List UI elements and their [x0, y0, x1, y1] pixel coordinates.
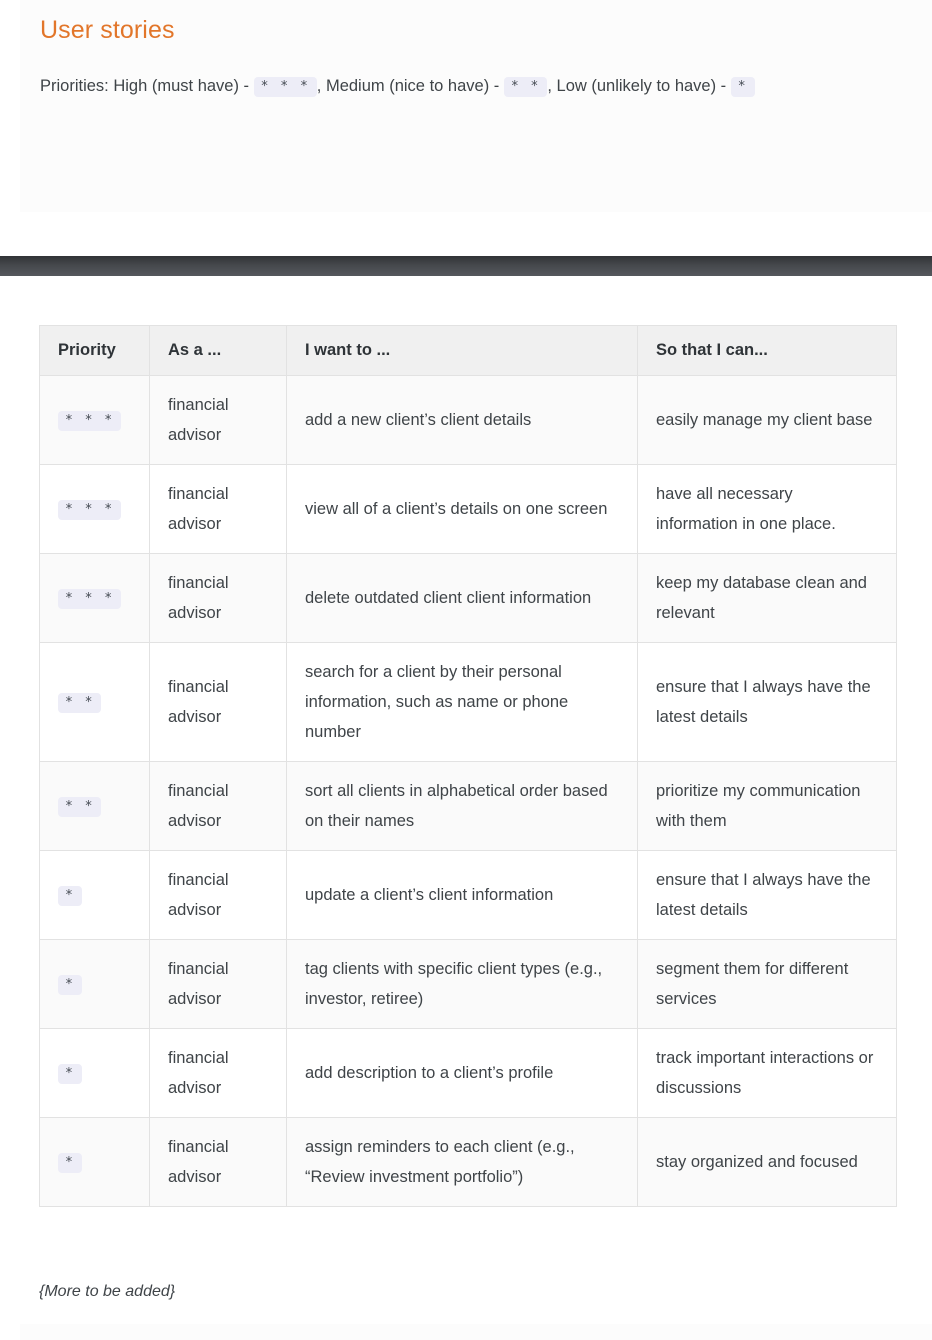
cell-as-a-role: financial advisor [149, 850, 287, 940]
cell-so-that-i-can: keep my database clean and relevant [637, 553, 897, 643]
cell-as-a-role: financial advisor [149, 375, 287, 465]
cell-priority: * [39, 1028, 150, 1118]
priority-stars-badge: * * [58, 693, 102, 713]
cell-as-a-role: financial advisor [149, 553, 287, 643]
cell-so-that-i-can: track important interactions or discussi… [637, 1028, 897, 1118]
cell-i-want-to: add description to a client’s profile [286, 1028, 638, 1118]
user-stories-table: Priority As a ... I want to ... So that … [39, 325, 897, 1207]
table-row: * financial advisor tag clients with speci… [39, 939, 897, 1029]
priority-stars-badge: * * * [58, 589, 122, 609]
table-row: * financial advisor assign reminders to ea… [39, 1117, 897, 1207]
user-stories-table-wrapper: Priority As a ... I want to ... So that … [39, 325, 897, 1207]
cell-priority: * [39, 939, 150, 1029]
cell-as-a-role: financial advisor [149, 1028, 287, 1118]
table-row: * * * financial advisor view all of a clie… [39, 464, 897, 554]
priority-stars-badge: * * * [58, 500, 122, 520]
cell-i-want-to: tag clients with specific client types (… [286, 939, 638, 1029]
priority-stars-badge: * * * [58, 411, 122, 431]
legend-low-stars-badge: * [730, 77, 755, 97]
cell-i-want-to: update a client’s client information [286, 850, 638, 940]
cell-priority: * * * [39, 553, 150, 643]
table-row: * financial advisor add description to a c… [39, 1028, 897, 1118]
cell-as-a-role: financial advisor [149, 761, 287, 851]
column-header-as-a[interactable]: As a ... [149, 325, 287, 376]
cell-so-that-i-can: prioritize my communication with them [637, 761, 897, 851]
table-row: * * * financial advisor add a new client’s… [39, 375, 897, 465]
cell-as-a-role: financial advisor [149, 939, 287, 1029]
column-header-i-want-to[interactable]: I want to ... [286, 325, 638, 376]
legend-medium-label: , Medium (nice to have) - [316, 77, 504, 95]
cell-so-that-i-can: stay organized and focused [637, 1117, 897, 1207]
cell-i-want-to: view all of a client’s details on one sc… [286, 464, 638, 554]
cell-i-want-to: assign reminders to each client (e.g., “… [286, 1117, 638, 1207]
priority-stars-badge: * [58, 1064, 82, 1084]
column-header-so-that[interactable]: So that I can... [637, 325, 897, 376]
priority-stars-badge: * [58, 1153, 82, 1173]
priority-stars-badge: * [58, 975, 82, 995]
intro-panel: User stories Priorities: High (must have… [20, 0, 932, 212]
cell-i-want-to: sort all clients in alphabetical order b… [286, 761, 638, 851]
page-title: User stories [40, 16, 175, 44]
cell-priority: * * * [39, 375, 150, 465]
cell-i-want-to: delete outdated client client informatio… [286, 553, 638, 643]
legend-high-stars-badge: * * * [253, 77, 317, 97]
section-divider-band [0, 256, 932, 276]
priority-stars-badge: * [58, 886, 82, 906]
cell-priority: * [39, 1117, 150, 1207]
cell-i-want-to: search for a client by their personal in… [286, 642, 638, 762]
cell-priority: * * [39, 642, 150, 762]
priority-stars-badge: * * [58, 797, 102, 817]
cell-as-a-role: financial advisor [149, 642, 287, 762]
legend-high-label: Priorities: High (must have) - [40, 77, 254, 95]
priorities-legend: Priorities: High (must have) - * * *, Me… [40, 73, 755, 99]
cell-priority: * * * [39, 464, 150, 554]
table-header: Priority As a ... I want to ... So that … [39, 325, 897, 376]
cell-so-that-i-can: segment them for different services [637, 939, 897, 1029]
table-row: * * financial advisor search for a client … [39, 642, 897, 762]
legend-medium-stars-badge: * * [503, 77, 548, 97]
cell-so-that-i-can: ensure that I always have the latest det… [637, 642, 897, 762]
cell-as-a-role: financial advisor [149, 1117, 287, 1207]
legend-low-label: , Low (unlikely to have) - [547, 77, 731, 95]
more-to-be-added-note: {More to be added} [39, 1283, 176, 1300]
table-row: * * financial advisor sort all clients in … [39, 761, 897, 851]
table-row: * financial advisor update a client’s clie… [39, 850, 897, 940]
bottom-panel-strip [20, 1324, 932, 1340]
cell-so-that-i-can: easily manage my client base [637, 375, 897, 465]
cell-so-that-i-can: ensure that I always have the latest det… [637, 850, 897, 940]
table-header-row: Priority As a ... I want to ... So that … [39, 325, 897, 376]
cell-priority: * * [39, 761, 150, 851]
column-header-priority[interactable]: Priority [39, 325, 150, 376]
table-row: * * * financial advisor delete outdated cl… [39, 553, 897, 643]
cell-priority: * [39, 850, 150, 940]
cell-as-a-role: financial advisor [149, 464, 287, 554]
cell-i-want-to: add a new client’s client details [286, 375, 638, 465]
table-body: * * * financial advisor add a new client’s… [39, 375, 897, 1207]
cell-so-that-i-can: have all necessary information in one pl… [637, 464, 897, 554]
